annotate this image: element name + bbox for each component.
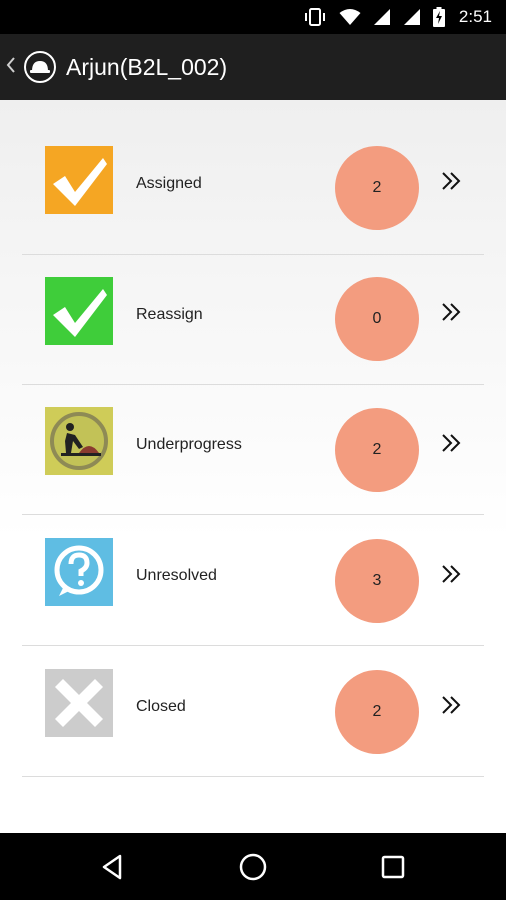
list-item-unresolved[interactable]: Unresolved 3 bbox=[22, 515, 484, 646]
status-label: Underprogress bbox=[136, 436, 242, 453]
worker-icon bbox=[45, 407, 113, 475]
double-chevron-right-icon[interactable] bbox=[440, 301, 462, 323]
chevron-left-icon[interactable] bbox=[6, 56, 22, 79]
system-nav-bar bbox=[0, 833, 506, 900]
list-item-closed[interactable]: Closed 2 bbox=[22, 646, 484, 777]
status-label: Closed bbox=[136, 698, 186, 715]
status-label: Unresolved bbox=[136, 567, 217, 584]
home-circle-icon[interactable] bbox=[237, 851, 269, 883]
signal-icon bbox=[373, 9, 390, 25]
wifi-icon bbox=[339, 9, 361, 25]
status-list: Assigned 2 Reassign 0 Underprogress 2 Un… bbox=[0, 100, 506, 833]
double-chevron-right-icon[interactable] bbox=[440, 694, 462, 716]
count-badge: 2 bbox=[335, 408, 419, 492]
signal-icon bbox=[403, 9, 420, 25]
list-item-reassign[interactable]: Reassign 0 bbox=[22, 254, 484, 385]
app-title: Arjun(B2L_002) bbox=[66, 53, 228, 80]
count-badge: 0 bbox=[335, 277, 419, 361]
recents-square-icon[interactable] bbox=[377, 851, 409, 883]
battery-charging-icon bbox=[432, 7, 445, 27]
status-time: 2:51 bbox=[458, 7, 492, 26]
double-chevron-right-icon[interactable] bbox=[440, 432, 462, 454]
count-badge: 3 bbox=[335, 539, 419, 623]
list-item-underprogress[interactable]: Underprogress 2 bbox=[22, 384, 484, 515]
status-icons: 2:51 bbox=[303, 0, 492, 34]
checkmark-icon bbox=[45, 277, 113, 345]
double-chevron-right-icon[interactable] bbox=[440, 170, 462, 192]
list-item-assigned[interactable]: Assigned 2 bbox=[22, 124, 484, 255]
back-triangle-icon[interactable] bbox=[98, 851, 130, 883]
double-chevron-right-icon[interactable] bbox=[440, 563, 462, 585]
checkmark-icon bbox=[45, 146, 113, 214]
helmet-logo-icon[interactable] bbox=[24, 51, 56, 83]
status-bar: 2:51 bbox=[0, 0, 506, 34]
close-x-icon bbox=[45, 669, 113, 737]
count-badge: 2 bbox=[335, 146, 419, 230]
status-label: Assigned bbox=[136, 175, 202, 192]
count-badge: 2 bbox=[335, 670, 419, 754]
question-icon bbox=[45, 538, 113, 606]
app-bar: Arjun(B2L_002) bbox=[0, 34, 506, 100]
vibrate-icon bbox=[304, 8, 325, 26]
status-label: Reassign bbox=[136, 306, 203, 323]
